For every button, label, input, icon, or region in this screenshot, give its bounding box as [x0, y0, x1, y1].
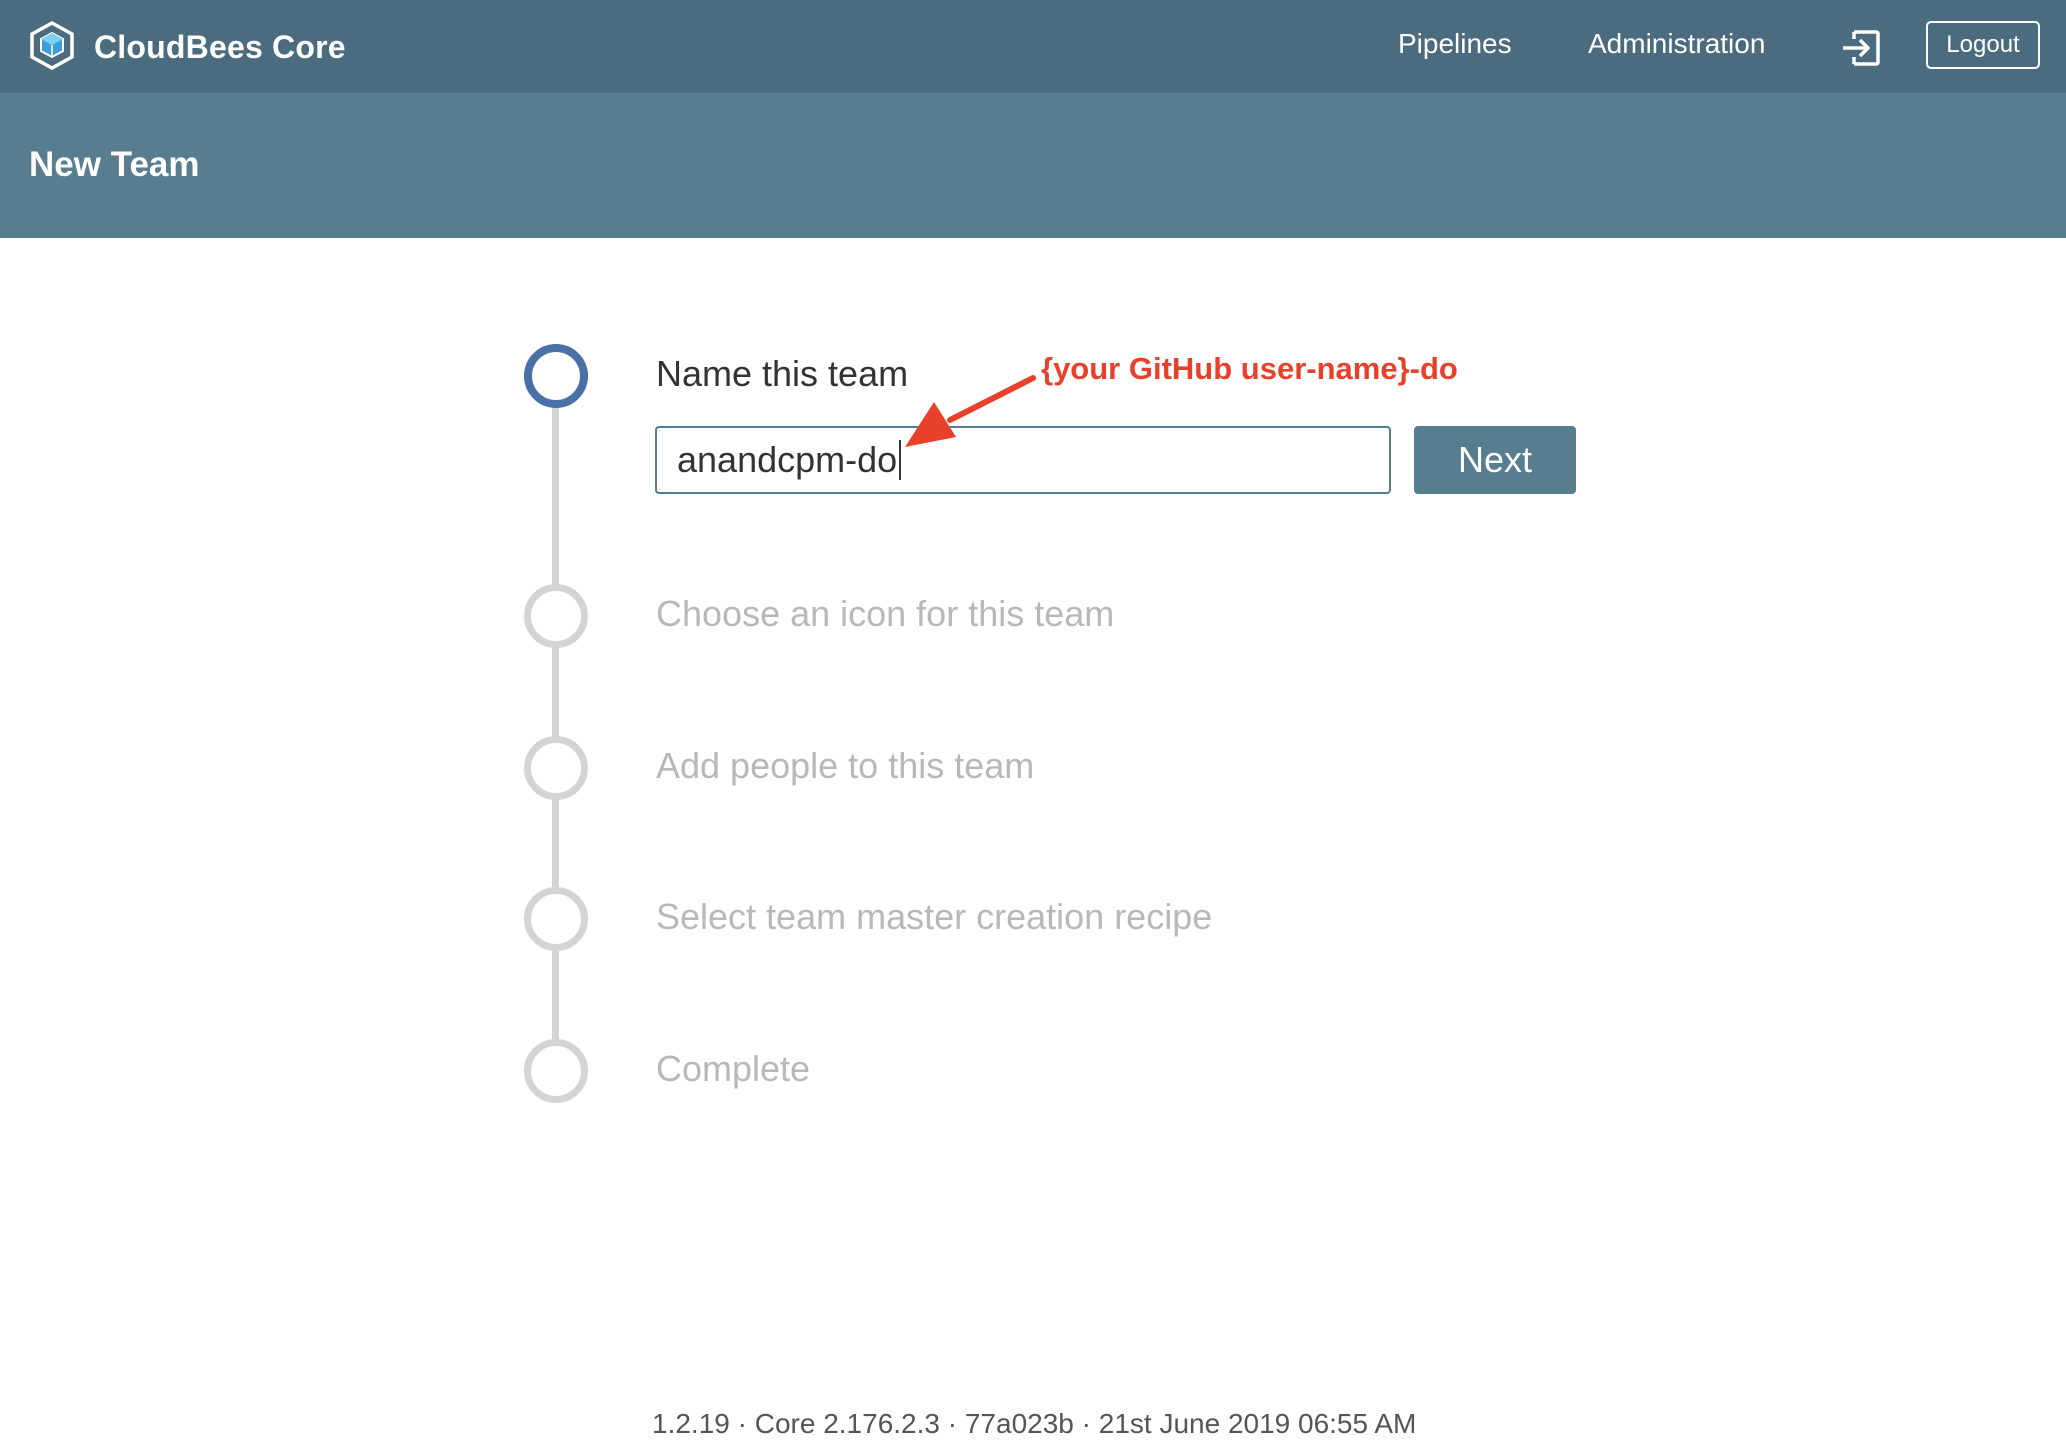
- step-indicator-5: [524, 1039, 588, 1103]
- step-indicator-4: [524, 887, 588, 951]
- step-label-complete: Complete: [656, 1048, 811, 1089]
- page-header: New Team: [0, 93, 2066, 238]
- team-name-input[interactable]: anandcpm-do: [655, 426, 1391, 494]
- nav-administration-link[interactable]: Administration: [1588, 28, 1765, 60]
- next-button[interactable]: Next: [1414, 426, 1576, 494]
- text-caret: [899, 440, 902, 480]
- step-connector-line: [552, 400, 559, 1070]
- step-label-select-recipe: Select team master creation recipe: [656, 896, 1213, 937]
- logout-button[interactable]: Logout: [1926, 21, 2040, 69]
- annotation-callout-text: {your GitHub user-name}-do: [1041, 351, 1458, 386]
- step-indicator-3: [524, 736, 588, 800]
- sign-in-icon[interactable]: [1840, 28, 1882, 68]
- step-indicator-1: [524, 344, 588, 408]
- nav-pipelines-link[interactable]: Pipelines: [1398, 28, 1512, 60]
- top-navigation-bar: CloudBees Core Pipelines Administration …: [0, 0, 2066, 93]
- page-title: New Team: [29, 145, 200, 184]
- brand[interactable]: CloudBees Core: [28, 20, 346, 75]
- team-name-value: anandcpm-do: [677, 439, 898, 480]
- cloudbees-logo-icon: [28, 20, 76, 75]
- step-label-add-people: Add people to this team: [656, 745, 1035, 786]
- version-footer: 1.2.19 · Core 2.176.2.3 · 77a023b · 21st…: [652, 1408, 1417, 1439]
- step-label-name-team: Name this team: [656, 353, 909, 394]
- step-label-choose-icon: Choose an icon for this team: [656, 593, 1115, 634]
- brand-name: CloudBees Core: [94, 28, 346, 65]
- step-indicator-2: [524, 584, 588, 648]
